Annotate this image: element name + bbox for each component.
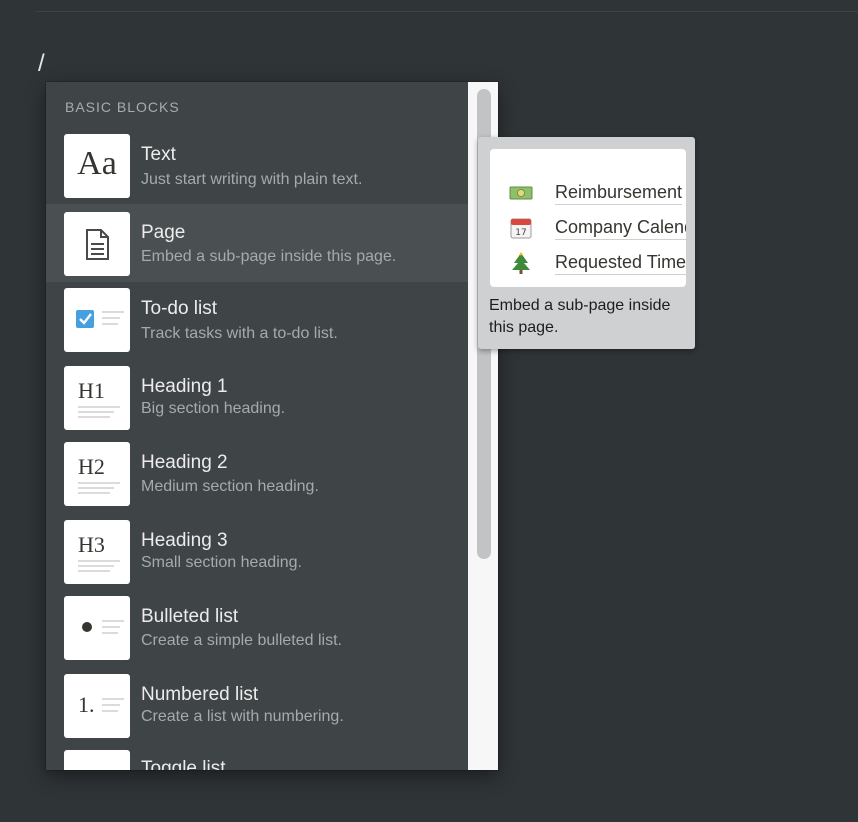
block-label: Heading 1: [141, 376, 228, 397]
page-preview-card: Reimbursement 17 Company Calendar Reques…: [490, 149, 686, 287]
block-description: Just start writing with plain text.: [141, 171, 363, 188]
block-label: Heading 3: [141, 530, 228, 551]
preview-item-text: Company Calendar: [555, 217, 686, 240]
numbered-list-icon: 1.: [64, 674, 130, 738]
block-item-heading-3[interactable]: H3 Heading 3 Small section heading.: [46, 520, 468, 598]
block-item-bulleted-list[interactable]: Bulleted list Create a simple bulleted l…: [46, 596, 468, 674]
block-item-page[interactable]: Page Embed a sub-page inside this page.: [46, 204, 468, 282]
block-label: Toggle list: [141, 758, 226, 770]
block-item-numbered-list[interactable]: 1. Numbered list Create a list with numb…: [46, 674, 468, 752]
block-description: Create a simple bulleted list.: [141, 632, 342, 649]
block-label: Page: [141, 222, 186, 243]
block-label: Heading 2: [141, 452, 228, 473]
block-item-heading-2[interactable]: H2 Heading 2 Medium section heading.: [46, 442, 468, 520]
block-description: Create a list with numbering.: [141, 708, 344, 725]
block-item-todo[interactable]: To-do list Track tasks with a to-do list…: [46, 288, 468, 366]
heading-1-icon: H1: [64, 366, 130, 430]
tooltip-description: Embed a sub-page inside this page.: [489, 297, 671, 336]
block-preview-tooltip: Reimbursement 17 Company Calendar Reques…: [478, 137, 695, 349]
block-label: To-do list: [141, 298, 218, 319]
tree-icon: [512, 252, 530, 274]
preview-item-text: Requested Time: [555, 252, 686, 275]
editor-top-divider: [36, 11, 858, 12]
block-label: Numbered list: [141, 684, 259, 705]
block-description: Medium section heading.: [141, 478, 319, 495]
block-description: Track tasks with a to-do list.: [141, 325, 338, 342]
preview-item-text: Reimbursement: [555, 182, 683, 205]
toggle-list-icon: [64, 750, 130, 770]
bullet-list-icon: [64, 596, 130, 660]
block-description: Big section heading.: [141, 400, 286, 417]
calendar-day-text: 17: [515, 228, 526, 238]
section-title: BASIC BLOCKS: [65, 99, 180, 115]
block-description: Embed a sub-page inside this page.: [141, 248, 397, 265]
block-list[interactable]: BASIC BLOCKS Aa Text Just start writing …: [46, 82, 468, 770]
calendar-icon: 17: [510, 218, 532, 239]
block-item-text[interactable]: Aa Text Just start writing with plain te…: [46, 134, 468, 212]
block-label: Text: [141, 144, 176, 165]
heading-3-icon: H3: [64, 520, 130, 584]
block-item-toggle-list[interactable]: Toggle list: [46, 750, 468, 770]
block-item-heading-1[interactable]: H1 Heading 1 Big section heading.: [46, 366, 468, 444]
block-description: Small section heading.: [141, 554, 302, 571]
page-document-icon: [64, 212, 130, 276]
slash-command-menu: BASIC BLOCKS Aa Text Just start writing …: [46, 82, 498, 770]
block-label: Bulleted list: [141, 606, 239, 627]
text-aa-glyph: Aa: [77, 145, 117, 182]
checkbox-icon: [64, 288, 130, 352]
text-aa-icon: Aa: [64, 134, 130, 198]
slash-command-text[interactable]: /: [38, 50, 45, 78]
money-icon: [509, 186, 533, 200]
heading-2-icon: H2: [64, 442, 130, 506]
